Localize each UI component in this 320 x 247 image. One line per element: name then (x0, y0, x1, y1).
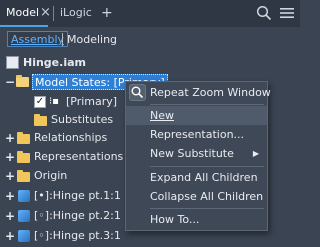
menu-separator (150, 166, 264, 167)
menu-label: Collapse All Children (150, 190, 264, 203)
primary-state-label: [Primary] (66, 95, 118, 108)
menu-label: Repeat Zoom Window (150, 86, 271, 99)
origin-label: Origin (34, 169, 68, 182)
menu-label: Representation... (150, 128, 245, 141)
close-tab-icon[interactable]: × (40, 0, 51, 27)
zoom-window-icon (129, 84, 146, 101)
folder-icon (17, 170, 30, 182)
tab-model[interactable]: Model (6, 0, 39, 27)
checkbox-checked-icon[interactable]: ✓ (34, 96, 46, 108)
assembly-icon (6, 56, 19, 69)
submenu-arrow-icon: ▶ (252, 149, 259, 158)
menu-item-repeat-zoom[interactable]: Repeat Zoom Window (126, 83, 271, 102)
part-icon (18, 210, 30, 222)
menu-separator (150, 208, 264, 209)
menu-label: New (150, 109, 174, 122)
folder-open-icon (16, 75, 29, 87)
relationships-label: Relationships (34, 131, 108, 144)
tab-divider (53, 6, 54, 21)
browser-tab-bar: Model × iLogic + (0, 0, 300, 27)
collapse-icon[interactable]: − (5, 72, 15, 92)
hamburger-menu-icon[interactable] (280, 6, 294, 20)
menu-separator (150, 104, 264, 105)
part-icon (18, 230, 30, 242)
expand-icon[interactable]: + (5, 128, 15, 148)
menu-label: Expand All Children (150, 171, 258, 184)
part-label: [◦]:Hinge pt.2:1 (34, 209, 121, 222)
representations-label: Representations (34, 150, 124, 163)
expand-icon[interactable]: + (5, 166, 15, 186)
assembly-view-toggle[interactable]: Assembly (7, 31, 69, 47)
part-label: [◦]:Hinge pt.3:1 (34, 229, 121, 242)
menu-item-expand-all[interactable]: Expand All Children (126, 168, 267, 187)
add-tab-button[interactable]: + (101, 0, 113, 27)
tab-ilogic[interactable]: iLogic (60, 0, 92, 27)
search-icon[interactable] (256, 5, 272, 21)
menu-item-collapse-all[interactable]: Collapse All Children (126, 187, 267, 206)
menu-label: How To... (150, 213, 200, 226)
expand-icon[interactable]: + (5, 186, 15, 206)
part-label: [•]:Hinge pt.1:1 (34, 189, 121, 202)
menu-item-representation[interactable]: Representation... (126, 125, 267, 144)
subtoolbar-divider (62, 33, 63, 46)
model-state-icon: ⁝▪ (49, 96, 59, 107)
tree-root-row[interactable]: Hinge.iam (0, 53, 300, 73)
expand-icon[interactable]: + (5, 147, 15, 167)
menu-item-new-substitute[interactable]: New Substitute ▶ (126, 144, 267, 163)
substitutes-label: Substitutes (51, 113, 114, 126)
folder-icon (34, 114, 47, 126)
browser-subtoolbar: Assembly Modeling (0, 27, 300, 51)
tree-root-label: Hinge.iam (23, 56, 86, 69)
modeling-view-toggle[interactable]: Modeling (67, 32, 117, 47)
folder-icon (17, 132, 30, 144)
expand-icon[interactable]: + (5, 206, 15, 226)
menu-label: New Substitute (150, 147, 234, 160)
expand-icon[interactable]: + (5, 226, 15, 246)
context-menu: Repeat Zoom Window New Representation...… (125, 81, 271, 231)
menu-item-new[interactable]: New (126, 106, 267, 125)
part-icon (18, 190, 30, 202)
menu-item-how-to[interactable]: How To... (126, 210, 267, 229)
folder-icon (17, 151, 30, 163)
